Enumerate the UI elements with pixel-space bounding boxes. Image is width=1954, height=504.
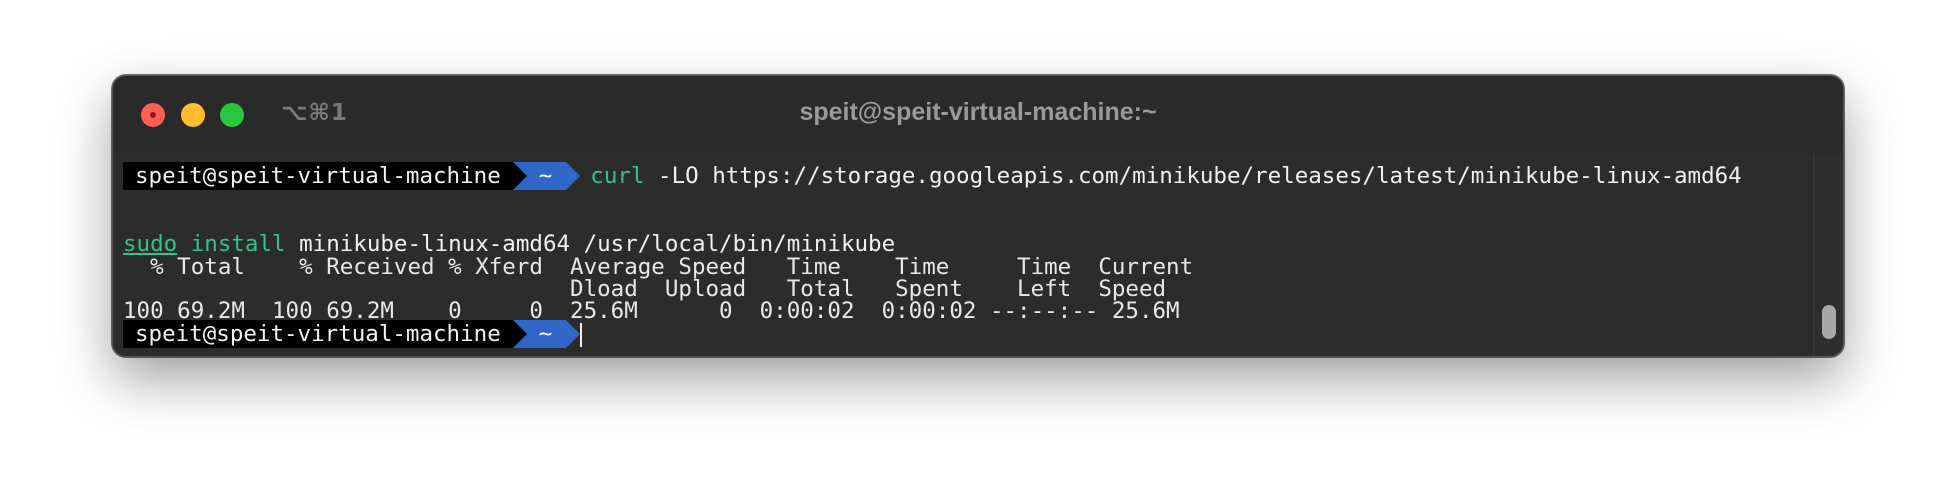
scrollbar-thumb[interactable] — [1822, 305, 1836, 339]
scrollbar[interactable] — [1813, 153, 1843, 356]
command-curl: curl — [590, 163, 645, 189]
prompt-line-1: speit@speit-virtual-machine ~ curl -LO htt… — [123, 162, 1742, 190]
prompt-user-host: speit@speit-virtual-machine — [123, 162, 513, 190]
window-title: speit@speit-virtual-machine:~ — [799, 98, 1157, 126]
prompt-directory: ~ — [512, 162, 580, 190]
terminal-output[interactable]: speit@speit-virtual-machine ~ curl -LO htt… — [113, 153, 1813, 356]
prompt-directory: ~ — [512, 320, 580, 348]
terminal-window: ⌥⌘1 speit@speit-virtual-machine:~ speit@… — [112, 75, 1844, 357]
command-curl-args: -LO https://storage.googleapis.com/minik… — [644, 163, 1742, 189]
prompt-user-host: speit@speit-virtual-machine — [123, 320, 513, 348]
title-bar[interactable]: ⌥⌘1 speit@speit-virtual-machine:~ — [113, 76, 1843, 153]
text-cursor — [580, 322, 583, 347]
prompt-line-2: speit@speit-virtual-machine ~ — [123, 320, 583, 348]
